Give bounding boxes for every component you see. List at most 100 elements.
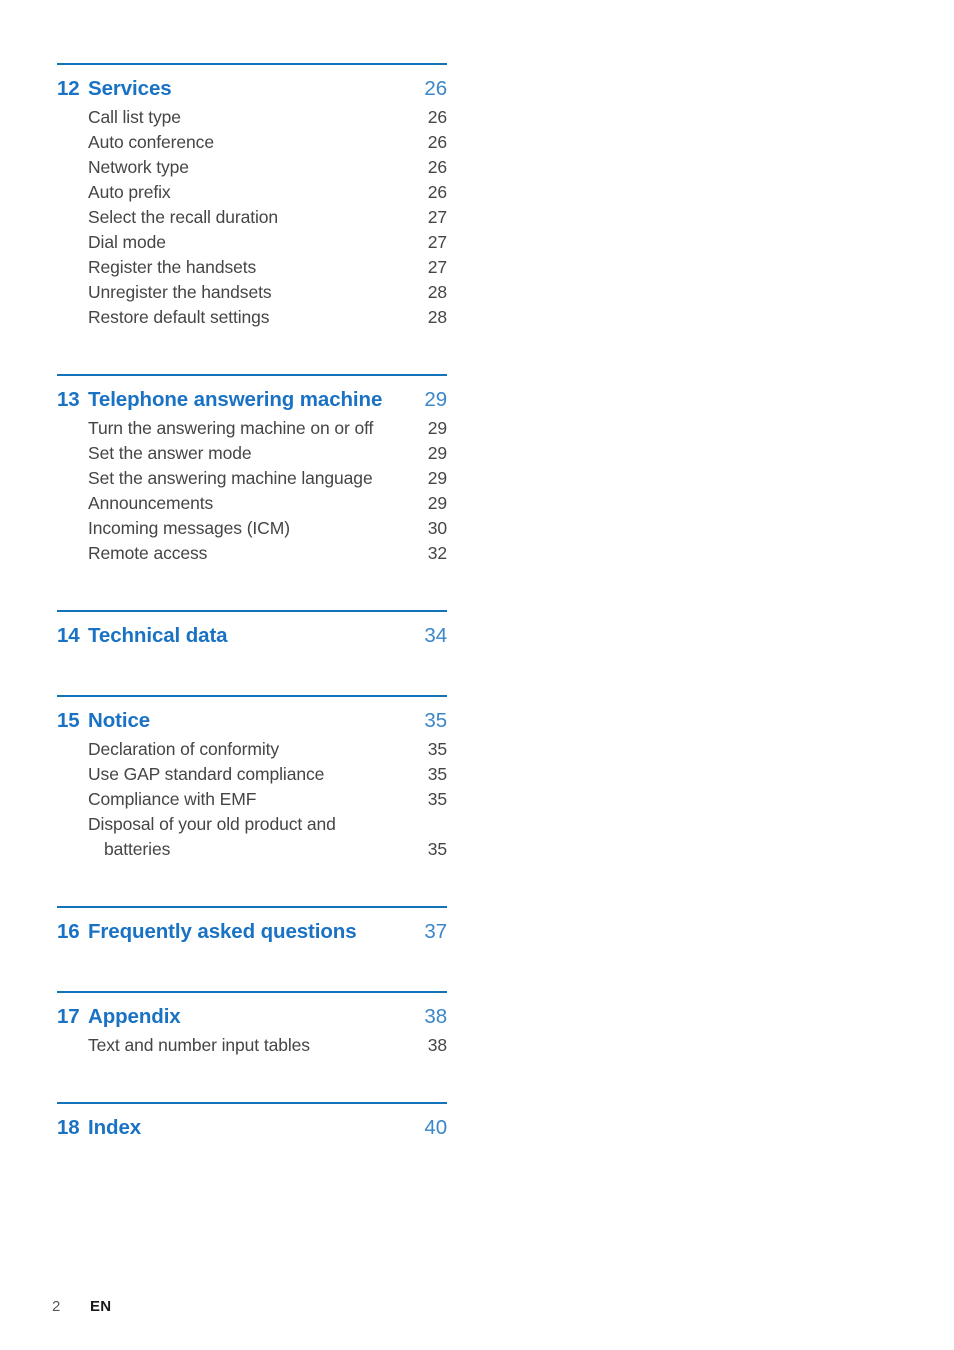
subitem-page-number: 38 — [427, 1035, 447, 1055]
subitem-label: Text and number input tables — [88, 1035, 310, 1055]
toc-subitem[interactable]: Incoming messages (ICM) 30 — [57, 516, 447, 541]
toc-section-heading[interactable]: 15 Notice 35 — [57, 706, 447, 736]
subitem-label: Disposal of your old product and — [88, 814, 336, 834]
subitem-page-number: 28 — [427, 307, 447, 327]
subitem-page-number: 32 — [427, 543, 447, 563]
toc-subitem[interactable]: Disposal of your old product and — [57, 812, 447, 837]
toc-subitem[interactable]: Dial mode 27 — [57, 230, 447, 255]
toc-subitem[interactable]: Compliance with EMF 35 — [57, 787, 447, 812]
subitem-page-number: 29 — [427, 493, 447, 513]
toc-subitem[interactable]: Set the answering machine language 29 — [57, 466, 447, 491]
toc-section: 13 Telephone answering machine 29 Turn the … — [57, 374, 447, 566]
toc-subitem[interactable]: Use GAP standard compliance 35 — [57, 762, 447, 787]
page-footer: 2 EN — [52, 1298, 111, 1315]
section-number: 17 — [57, 1005, 80, 1028]
toc-subitem[interactable]: Turn the answering machine on or off 29 — [57, 416, 447, 441]
toc-subitem[interactable]: Select the recall duration 27 — [57, 205, 447, 230]
section-number: 13 — [57, 388, 80, 411]
toc-subitem-list: Declaration of conformity 35 Use GAP stand… — [57, 737, 447, 862]
subitem-label: Unregister the handsets — [88, 282, 272, 302]
toc-subitem[interactable]: Text and number input tables 38 — [57, 1033, 447, 1058]
subitem-page-number: 35 — [427, 839, 447, 859]
section-title: Index — [88, 1116, 142, 1139]
subitem-page-number: 26 — [427, 157, 447, 177]
toc-subitem[interactable]: Unregister the handsets 28 — [57, 280, 447, 305]
subitem-label: Network type — [88, 157, 189, 177]
table-of-contents: 12 Services 26 Call list type 26 Auto confere… — [57, 63, 447, 1143]
toc-section: 18 Index 40 — [57, 1102, 447, 1143]
toc-subitem[interactable]: Remote access 32 — [57, 541, 447, 566]
subitem-label: Auto prefix — [88, 182, 171, 202]
section-number: 16 — [57, 920, 80, 943]
footer-page-number: 2 — [52, 1298, 61, 1315]
section-title: Appendix — [88, 1005, 181, 1028]
footer-language-code: EN — [90, 1298, 112, 1315]
section-title: Services — [88, 77, 172, 100]
toc-subitem[interactable]: Restore default settings 28 — [57, 305, 447, 330]
section-page-number: 37 — [424, 920, 447, 943]
toc-subitem[interactable]: Call list type 26 — [57, 105, 447, 130]
subitem-page-number: 35 — [427, 789, 447, 809]
subitem-page-number: 27 — [427, 257, 447, 277]
subitem-page-number: 26 — [427, 132, 447, 152]
subitem-label: Restore default settings — [88, 307, 270, 327]
toc-section-heading[interactable]: 17 Appendix 38 — [57, 1002, 447, 1032]
subitem-label: Incoming messages (ICM) — [88, 518, 290, 538]
toc-subitem[interactable]: Auto prefix 26 — [57, 180, 447, 205]
subitem-label: Auto conference — [88, 132, 214, 152]
toc-section: 16 Frequently asked questions 37 — [57, 906, 447, 947]
toc-section-heading[interactable]: 18 Index 40 — [57, 1113, 447, 1143]
subitem-label: Register the handsets — [88, 257, 257, 277]
section-title: Notice — [88, 709, 151, 732]
subitem-label: batteries — [104, 839, 171, 859]
section-divider — [57, 374, 447, 376]
subitem-page-number: 26 — [427, 182, 447, 202]
subitem-label: Dial mode — [88, 232, 166, 252]
subitem-label: Set the answering machine language — [88, 468, 373, 488]
subitem-label: Call list type — [88, 107, 181, 127]
section-title: Technical data — [88, 624, 228, 647]
subitem-label: Use GAP standard compliance — [88, 764, 325, 784]
toc-subitem-list: Call list type 26 Auto conference 26 Network… — [57, 105, 447, 330]
section-number: 12 — [57, 77, 80, 100]
section-divider — [57, 991, 447, 993]
toc-subitem[interactable]: Declaration of conformity 35 — [57, 737, 447, 762]
toc-subitem-list: Turn the answering machine on or off 29 Se… — [57, 416, 447, 566]
subitem-page-number: 29 — [427, 418, 447, 438]
toc-section: 15 Notice 35 Declaration of conformity 35 Use… — [57, 695, 447, 862]
toc-subitem-list: Text and number input tables 38 — [57, 1033, 447, 1058]
toc-subitem[interactable]: batteries 35 — [57, 837, 447, 862]
subitem-page-number: 35 — [427, 764, 447, 784]
subitem-label: Remote access — [88, 543, 208, 563]
toc-subitem[interactable]: Network type 26 — [57, 155, 447, 180]
subitem-page-number: 35 — [427, 739, 447, 759]
toc-subitem[interactable]: Register the handsets 27 — [57, 255, 447, 280]
section-divider — [57, 1102, 447, 1104]
section-divider — [57, 610, 447, 612]
toc-section: 12 Services 26 Call list type 26 Auto confere… — [57, 63, 447, 330]
section-page-number: 35 — [424, 709, 447, 732]
subitem-page-number: 26 — [427, 107, 447, 127]
subitem-label: Announcements — [88, 493, 214, 513]
section-page-number: 26 — [424, 77, 447, 100]
section-page-number: 40 — [424, 1116, 447, 1139]
toc-section-heading[interactable]: 16 Frequently asked questions 37 — [57, 917, 447, 947]
toc-section-heading[interactable]: 12 Services 26 — [57, 74, 447, 104]
toc-section-heading[interactable]: 13 Telephone answering machine 29 — [57, 385, 447, 415]
subitem-label: Select the recall duration — [88, 207, 279, 227]
section-title: Frequently asked questions — [88, 920, 357, 943]
toc-subitem[interactable]: Announcements 29 — [57, 491, 447, 516]
section-number: 15 — [57, 709, 80, 732]
subitem-page-number: 27 — [427, 207, 447, 227]
toc-section-heading[interactable]: 14 Technical data 34 — [57, 621, 447, 651]
subitem-page-number: 29 — [427, 443, 447, 463]
toc-section: 17 Appendix 38 Text and number input tables… — [57, 991, 447, 1058]
section-divider — [57, 906, 447, 908]
section-number: 18 — [57, 1116, 80, 1139]
section-divider — [57, 63, 447, 65]
toc-subitem[interactable]: Set the answer mode 29 — [57, 441, 447, 466]
subitem-page-number: 27 — [427, 232, 447, 252]
section-page-number: 29 — [424, 388, 447, 411]
subitem-label: Compliance with EMF — [88, 789, 257, 809]
toc-subitem[interactable]: Auto conference 26 — [57, 130, 447, 155]
